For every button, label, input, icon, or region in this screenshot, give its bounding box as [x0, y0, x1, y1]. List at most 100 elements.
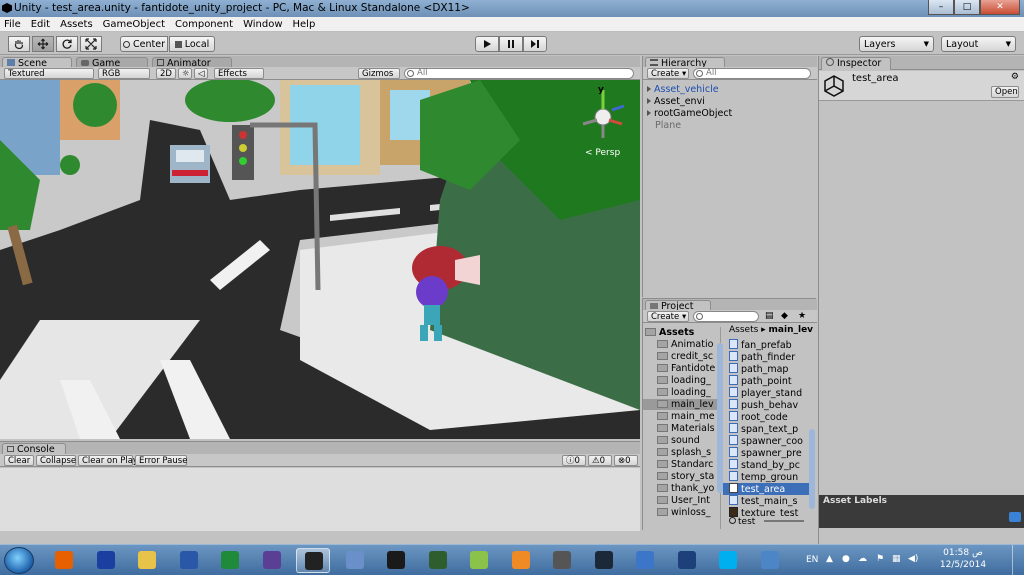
taskbar-app[interactable] — [172, 548, 206, 573]
open-button[interactable]: Open — [991, 86, 1019, 98]
menu-help[interactable]: Help — [293, 19, 316, 30]
taskbar-app[interactable] — [545, 548, 579, 573]
clock[interactable]: 01:58 ص 12/5/2014 — [934, 547, 992, 571]
taskbar-app[interactable] — [753, 548, 787, 573]
hierarchy-create-button[interactable]: Create ▾ — [647, 68, 689, 79]
project-folder-item[interactable]: thank_yo — [657, 483, 714, 494]
effects-dropdown[interactable]: Effects — [214, 68, 264, 79]
console-log-toggle[interactable]: ⓘ0 — [562, 455, 586, 466]
steam-tray-icon[interactable]: ● — [842, 554, 850, 564]
project-folder-item[interactable]: story_sta — [657, 471, 714, 482]
scene-search-input[interactable]: All — [404, 68, 634, 79]
taskbar-app[interactable] — [89, 548, 123, 573]
taskbar-app[interactable] — [338, 548, 372, 573]
taskbar-app[interactable] — [670, 548, 704, 573]
taskbar-app[interactable] — [255, 548, 289, 573]
icon-size-slider[interactable] — [764, 520, 805, 522]
project-file-item[interactable]: spawner_coo — [723, 435, 803, 447]
language-indicator[interactable]: EN — [806, 555, 818, 565]
project-folder-item[interactable]: main_lev — [643, 399, 720, 410]
show-desktop-button[interactable] — [1012, 545, 1024, 575]
breadcrumb-root[interactable]: Assets — [729, 325, 758, 335]
project-folder-item[interactable]: Animatio — [657, 339, 713, 350]
maximize-button[interactable]: □ — [954, 0, 980, 15]
filter-type-icon[interactable]: ▤ — [765, 311, 774, 321]
taskbar-app[interactable] — [213, 548, 247, 573]
flag-tray-icon[interactable]: ⚑ — [876, 554, 884, 564]
tab-inspector[interactable]: Inspector — [821, 57, 891, 70]
project-file-item[interactable]: test_main_s — [723, 495, 797, 507]
menu-component[interactable]: Component — [175, 19, 233, 30]
taskbar-app[interactable] — [130, 548, 164, 573]
project-folder-item[interactable]: credit_sc — [657, 351, 713, 362]
console-log-area[interactable] — [0, 468, 640, 531]
move-tool-button[interactable] — [32, 36, 54, 52]
gear-icon[interactable]: ⚙ — [1011, 72, 1019, 82]
project-folder-item[interactable]: winloss_ — [657, 507, 711, 518]
mode-2d-toggle[interactable]: 2D — [156, 68, 176, 79]
project-folder-item[interactable]: main_me — [657, 411, 715, 422]
audio-toggle[interactable]: ◁ — [194, 68, 208, 79]
hierarchy-item[interactable]: Plane — [655, 120, 681, 131]
project-folder-item[interactable]: Materials — [657, 423, 715, 434]
menu-gameobject[interactable]: GameObject — [103, 19, 165, 30]
pause-button[interactable] — [499, 36, 523, 52]
gizmos-dropdown[interactable]: Gizmos — [358, 68, 400, 79]
network-tray-icon[interactable]: ▦ — [892, 554, 901, 564]
project-search-input[interactable] — [693, 311, 759, 322]
project-file-item[interactable]: path_map — [723, 363, 788, 375]
hierarchy-search-input[interactable]: All — [693, 68, 811, 79]
favorite-star-icon[interactable]: ★ — [798, 311, 806, 321]
taskbar-app[interactable] — [296, 548, 330, 573]
hierarchy-item[interactable]: rootGameObject — [647, 108, 732, 119]
project-file-item[interactable]: texture_test — [723, 507, 798, 517]
tray-arrow-icon[interactable]: ▲ — [826, 554, 833, 564]
taskbar-app[interactable] — [504, 548, 538, 573]
close-button[interactable]: ✕ — [980, 0, 1020, 15]
taskbar-app[interactable] — [628, 548, 662, 573]
scene-view[interactable]: y < Persp — [0, 80, 640, 439]
folder-tree-scrollbar[interactable] — [717, 343, 723, 493]
menu-window[interactable]: Window — [243, 19, 282, 30]
volume-tray-icon[interactable]: ◀) — [908, 554, 918, 564]
filter-label-icon[interactable]: ◆ — [781, 311, 788, 321]
project-file-item[interactable]: spawner_pre — [723, 447, 802, 459]
breadcrumb-current[interactable]: main_lev — [769, 325, 814, 335]
project-create-button[interactable]: Create ▾ — [647, 311, 689, 322]
project-folder-item[interactable]: loading_ — [657, 387, 711, 398]
project-folder-item[interactable]: splash_s — [657, 447, 711, 458]
taskbar-app[interactable] — [462, 548, 496, 573]
layout-dropdown[interactable]: Layout ▼ — [941, 36, 1016, 52]
console-warning-toggle[interactable]: ⚠0 — [588, 455, 612, 466]
channel-dropdown[interactable]: RGB — [98, 68, 150, 79]
project-folder-item[interactable]: Fantidote — [657, 363, 715, 374]
minimize-button[interactable]: – — [928, 0, 954, 15]
console-clear-button[interactable]: Clear — [4, 455, 34, 466]
taskbar-app[interactable] — [587, 548, 621, 573]
project-file-item[interactable]: test_area — [723, 483, 809, 495]
project-file-item[interactable]: root_code — [723, 411, 788, 423]
hand-tool-button[interactable] — [8, 36, 30, 52]
pivot-center-button[interactable]: Center — [120, 36, 168, 52]
start-button[interactable] — [4, 547, 34, 574]
project-file-item[interactable]: temp_groun — [723, 471, 798, 483]
project-file-item[interactable]: path_point — [723, 375, 792, 387]
project-file-item[interactable]: push_behav — [723, 399, 798, 411]
hierarchy-item[interactable]: Asset_envi — [647, 96, 705, 107]
menu-file[interactable]: File — [4, 19, 21, 30]
menu-assets[interactable]: Assets — [60, 19, 93, 30]
taskbar-app[interactable] — [379, 548, 413, 573]
project-file-item[interactable]: player_stand — [723, 387, 802, 399]
step-button[interactable] — [523, 36, 547, 52]
file-list-scrollbar[interactable] — [809, 429, 815, 509]
project-file-item[interactable]: span_text_p — [723, 423, 798, 435]
rotate-tool-button[interactable] — [56, 36, 78, 52]
cloud-tray-icon[interactable]: ☁ — [858, 554, 867, 564]
console-collapse-button[interactable]: Collapse — [36, 455, 76, 466]
taskbar-app[interactable] — [711, 548, 745, 573]
console-clear-on-play-button[interactable]: Clear on Play — [78, 455, 138, 466]
persp-label[interactable]: < Persp — [585, 148, 620, 158]
tag-icon[interactable] — [1009, 512, 1021, 522]
project-file-item[interactable]: fan_prefab — [723, 339, 792, 351]
project-file-item[interactable]: path_finder — [723, 351, 795, 363]
